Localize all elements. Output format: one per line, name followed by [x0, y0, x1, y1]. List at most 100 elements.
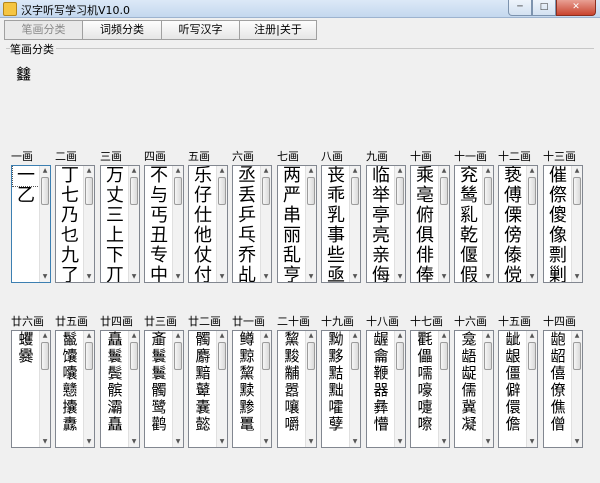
character-item[interactable]: 乩 [234, 266, 260, 283]
maximize-button[interactable]: □ [532, 0, 556, 16]
vertical-scrollbar[interactable]: ▲ ▼ [305, 331, 316, 447]
scroll-up-arrow-icon[interactable]: ▲ [129, 166, 139, 176]
character-listbox[interactable]: 不与丐丑专中 ▲ ▼ [144, 165, 184, 283]
character-item[interactable]: 嚼 [279, 416, 305, 433]
scroll-up-arrow-icon[interactable]: ▲ [395, 331, 405, 341]
character-item[interactable]: 龠 [368, 348, 394, 365]
character-item[interactable]: 懿 [190, 416, 216, 433]
character-item[interactable]: 催 [545, 166, 571, 186]
character-item[interactable]: 傥 [500, 266, 526, 283]
character-listbox[interactable]: 龇龈僵僻儇儋 ▲ ▼ [498, 330, 538, 448]
vertical-scrollbar[interactable]: ▲ ▼ [571, 331, 582, 447]
character-item[interactable]: 丧 [323, 166, 349, 186]
scroll-up-arrow-icon[interactable]: ▲ [40, 331, 50, 341]
scroll-down-arrow-icon[interactable]: ▼ [306, 437, 316, 447]
character-item[interactable]: 龇 [500, 331, 526, 348]
character-item[interactable]: 像 [545, 226, 571, 246]
character-item[interactable]: 儋 [500, 416, 526, 433]
character-item[interactable]: 鞭 [368, 365, 394, 382]
close-button[interactable]: ✕ [556, 0, 596, 16]
scroll-thumb[interactable] [484, 177, 492, 205]
character-item[interactable]: 上 [102, 226, 128, 246]
scroll-up-arrow-icon[interactable]: ▲ [84, 331, 94, 341]
character-item[interactable]: 亵 [500, 166, 526, 186]
character-listbox[interactable]: 丧乖乳事些亟 ▲ ▼ [321, 165, 361, 283]
character-item[interactable]: 鹭 [146, 399, 172, 416]
scroll-thumb[interactable] [174, 177, 182, 205]
character-item[interactable]: 髑 [146, 382, 172, 399]
character-item[interactable]: 了 [57, 266, 83, 283]
character-item[interactable]: 嚎 [412, 382, 438, 399]
character-item[interactable]: 一 [12, 166, 40, 187]
character-listbox[interactable]: 蠼爨 ▲ ▼ [11, 330, 51, 448]
character-item[interactable]: 鼙 [190, 382, 216, 399]
scroll-down-arrow-icon[interactable]: ▼ [129, 272, 139, 282]
character-item[interactable]: 龛 [456, 331, 482, 348]
character-item[interactable]: 龈 [500, 348, 526, 365]
scroll-down-arrow-icon[interactable]: ▼ [439, 272, 449, 282]
character-item[interactable]: 亳 [412, 186, 438, 206]
vertical-scrollbar[interactable]: ▲ ▼ [216, 331, 227, 447]
character-item[interactable]: 黝 [323, 331, 349, 348]
character-item[interactable]: 仗 [190, 246, 216, 266]
character-listbox[interactable]: 两严串丽乱亨 ▲ ▼ [277, 165, 317, 283]
character-item[interactable]: 仔 [190, 186, 216, 206]
character-item[interactable]: 丢 [234, 186, 260, 206]
character-item[interactable]: 黜 [323, 382, 349, 399]
vertical-scrollbar[interactable]: ▲ ▼ [260, 166, 271, 282]
scroll-up-arrow-icon[interactable]: ▲ [350, 331, 360, 341]
scroll-up-arrow-icon[interactable]: ▲ [217, 331, 227, 341]
character-item[interactable]: 黥 [234, 348, 260, 365]
vertical-scrollbar[interactable]: ▲ ▼ [394, 166, 405, 282]
character-listbox[interactable]: 乐仔仕他仗付 ▲ ▼ [188, 165, 228, 283]
character-item[interactable]: 俳 [412, 246, 438, 266]
vertical-scrollbar[interactable]: ▲ ▼ [526, 331, 537, 447]
character-item[interactable]: 丽 [279, 226, 305, 246]
scroll-thumb[interactable] [41, 177, 49, 205]
character-item[interactable]: 乐 [190, 166, 216, 186]
scroll-thumb[interactable] [440, 342, 448, 370]
character-item[interactable]: 乖 [323, 186, 349, 206]
tab-register-about[interactable]: 注册|关于 [239, 20, 317, 40]
character-item[interactable]: 鬣 [57, 331, 83, 348]
scroll-down-arrow-icon[interactable]: ▼ [350, 437, 360, 447]
character-item[interactable]: 黼 [279, 365, 305, 382]
character-item[interactable]: 囊 [190, 399, 216, 416]
character-item[interactable]: 髌 [102, 382, 128, 399]
character-item[interactable]: 亲 [368, 246, 394, 266]
character-item[interactable]: 乳 [323, 206, 349, 226]
character-item[interactable]: 囔 [57, 365, 83, 382]
character-item[interactable]: 侮 [368, 266, 394, 283]
vertical-scrollbar[interactable]: ▲ ▼ [172, 166, 183, 282]
scroll-thumb[interactable] [573, 342, 581, 370]
scroll-thumb[interactable] [573, 177, 581, 205]
vertical-scrollbar[interactable]: ▲ ▼ [349, 331, 360, 447]
character-listbox[interactable]: 龛龉龊儒冀凝 ▲ ▼ [454, 330, 494, 448]
character-item[interactable]: 僬 [545, 399, 571, 416]
scroll-thumb[interactable] [307, 177, 315, 205]
tab-dictation[interactable]: 听写汉字 [161, 20, 240, 40]
character-listbox[interactable]: 丁七乃乜九了 ▲ ▼ [55, 165, 95, 283]
character-listbox[interactable]: 万丈三上下丌 ▲ ▼ [100, 165, 140, 283]
character-item[interactable]: 亮 [368, 226, 394, 246]
character-item[interactable]: 凝 [456, 416, 482, 433]
character-item[interactable]: 乘 [412, 166, 438, 186]
vertical-scrollbar[interactable]: ▲ ▼ [482, 331, 493, 447]
scroll-down-arrow-icon[interactable]: ▼ [173, 437, 183, 447]
character-item[interactable]: 亟 [323, 266, 349, 283]
scroll-down-arrow-icon[interactable]: ▼ [483, 272, 493, 282]
character-listbox[interactable]: 乘亳俯俱俳俸 ▲ ▼ [410, 165, 450, 283]
vertical-scrollbar[interactable]: ▲ ▼ [260, 331, 271, 447]
scroll-down-arrow-icon[interactable]: ▼ [40, 437, 50, 447]
character-item[interactable]: 乓 [234, 226, 260, 246]
character-item[interactable]: 僻 [500, 382, 526, 399]
vertical-scrollbar[interactable]: ▲ ▼ [438, 166, 449, 282]
character-item[interactable]: 纛 [57, 416, 83, 433]
character-item[interactable]: 串 [279, 206, 305, 226]
character-listbox[interactable]: 齑鬟鬟髑鹭鹳 ▲ ▼ [144, 330, 184, 448]
scroll-thumb[interactable] [262, 342, 270, 370]
scroll-thumb[interactable] [528, 342, 536, 370]
character-item[interactable]: 孽 [323, 416, 349, 433]
character-listbox[interactable]: 黝黟黠黜嚯孽 ▲ ▼ [321, 330, 361, 448]
character-item[interactable]: 彝 [368, 399, 394, 416]
